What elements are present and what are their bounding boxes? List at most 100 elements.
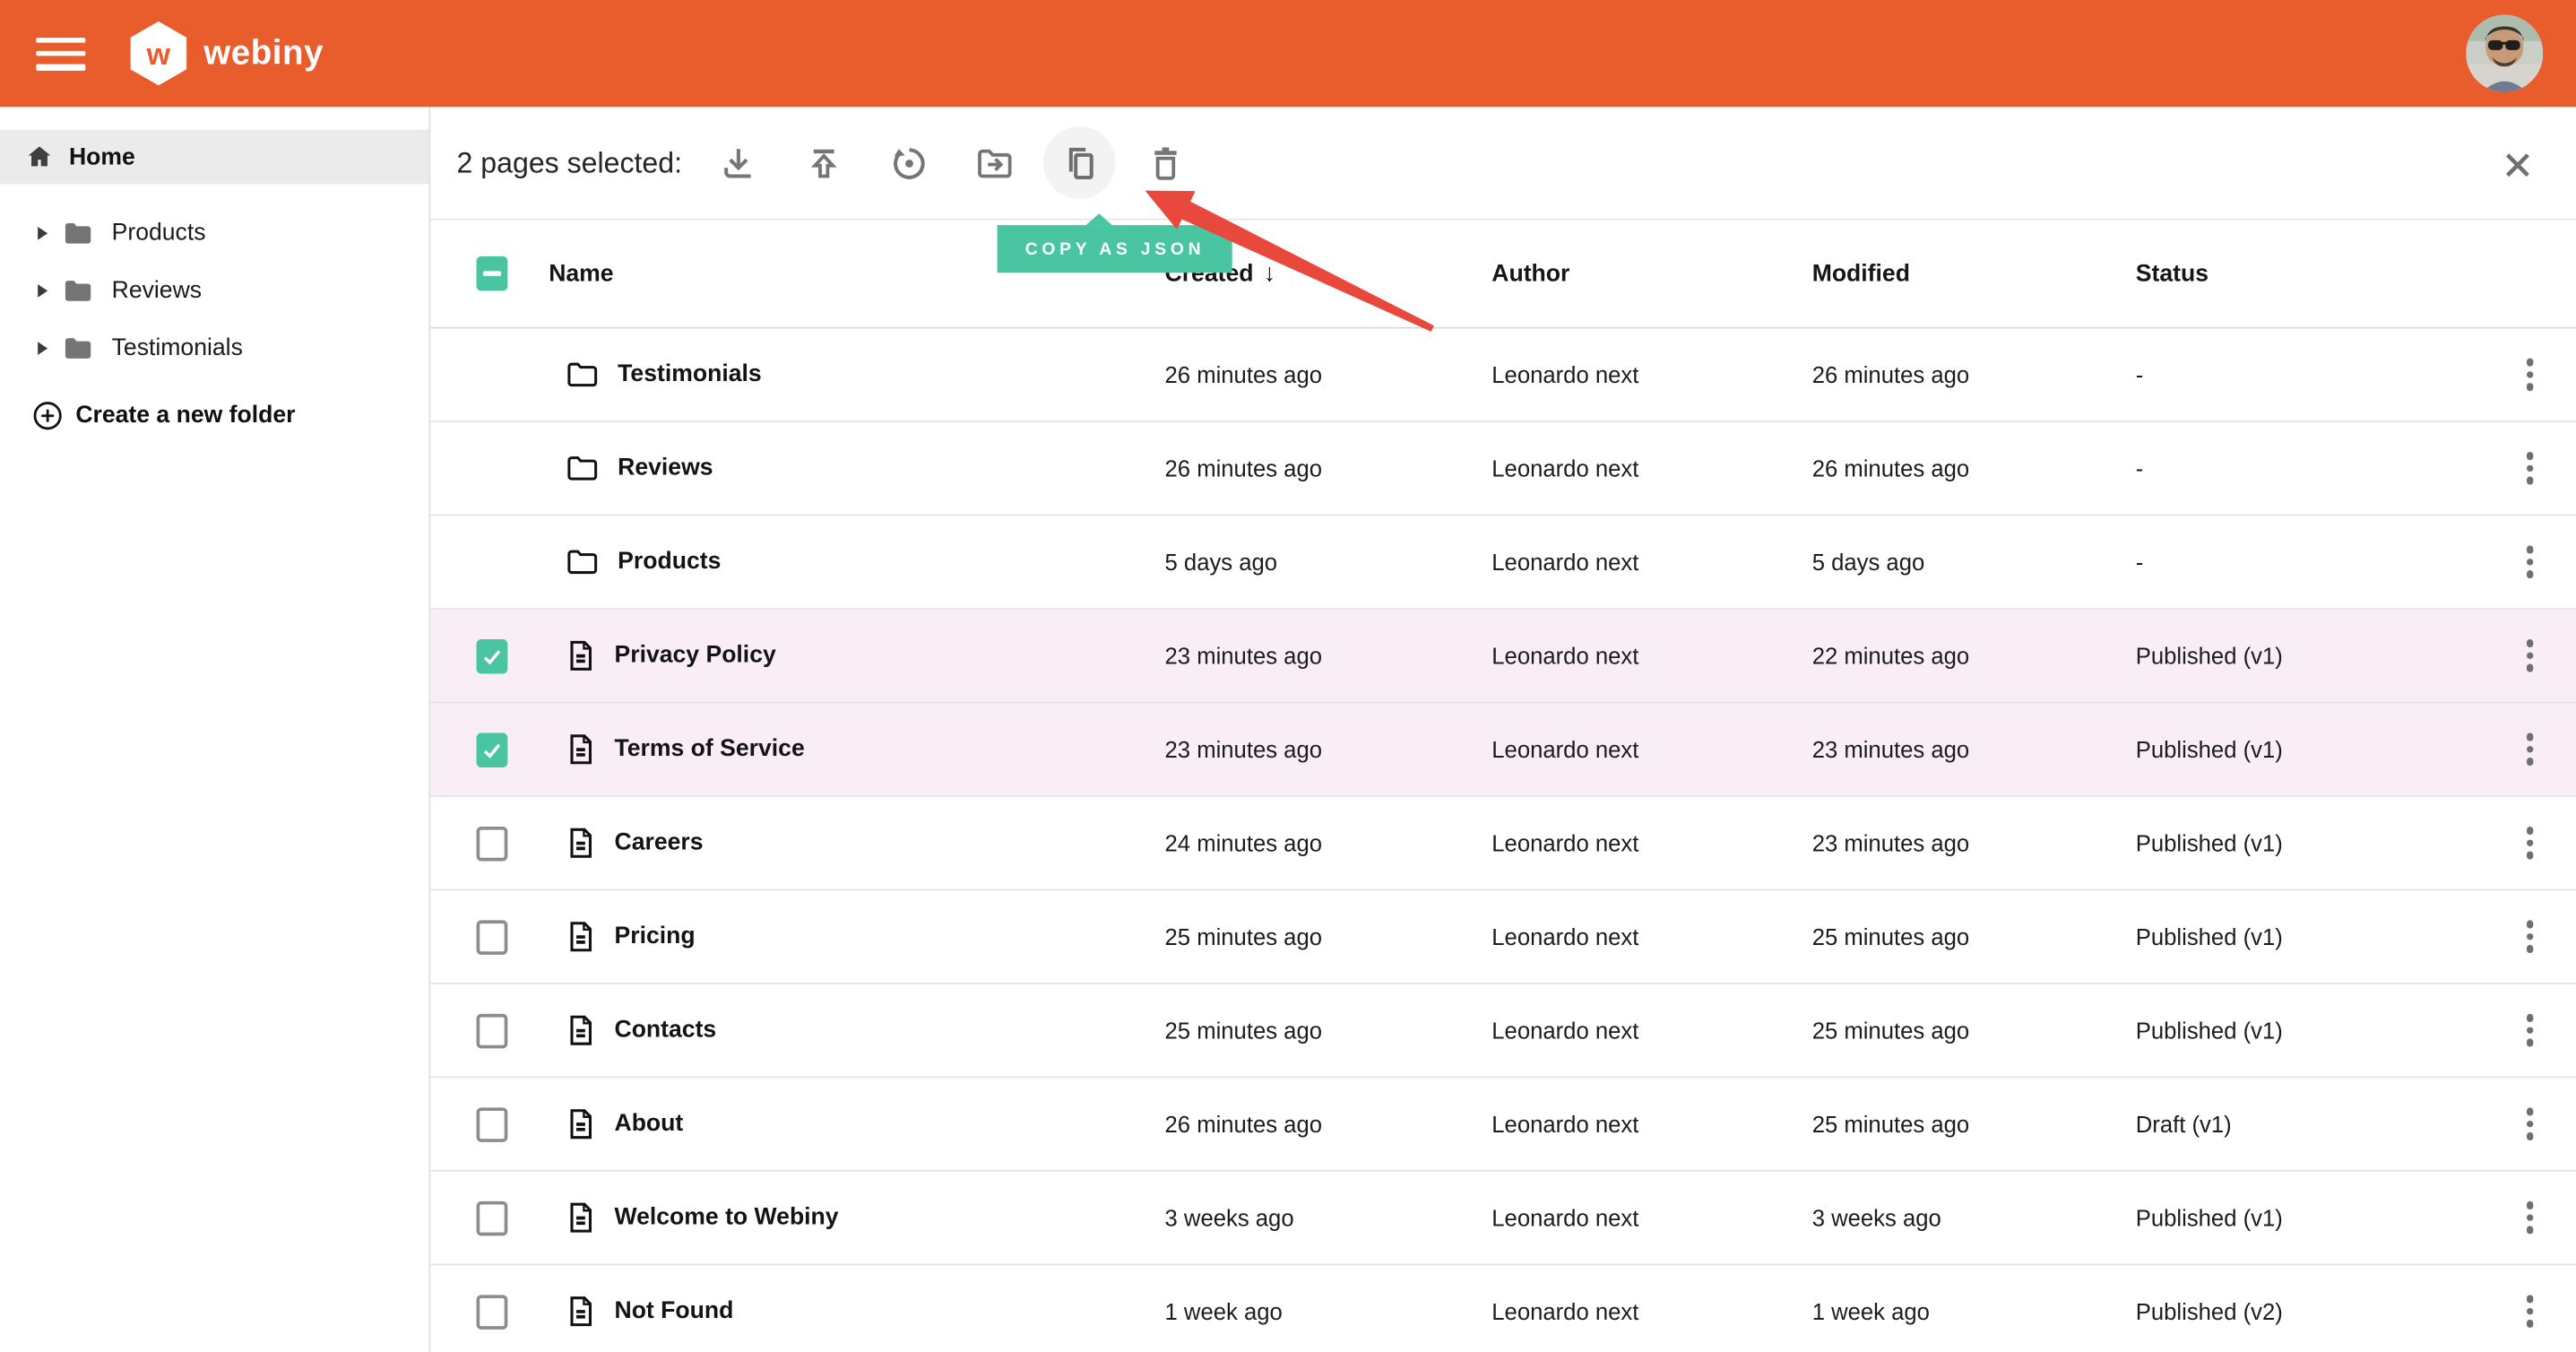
select-all-checkbox[interactable] <box>477 256 508 290</box>
row-menu-button[interactable] <box>2517 442 2544 494</box>
row-checkbox[interactable] <box>477 826 508 860</box>
hamburger-menu-icon[interactable] <box>36 37 85 70</box>
row-modified: 5 days ago <box>1812 549 2136 575</box>
row-name[interactable]: Testimonials <box>618 361 761 387</box>
table-row[interactable]: Privacy Policy 23 minutes ago Leonardo n… <box>430 610 2576 703</box>
move-icon <box>973 143 1015 184</box>
top-app-bar: w webiny <box>0 0 2576 107</box>
row-created: 23 minutes ago <box>1165 736 1492 762</box>
column-header-modified[interactable]: Modified <box>1812 261 2136 287</box>
multi-select-toolbar: 2 pages selected: <box>430 107 2576 220</box>
create-folder-label: Create a new folder <box>75 403 295 429</box>
column-header-status[interactable]: Status <box>2136 261 2485 287</box>
row-modified: 26 minutes ago <box>1812 361 2136 387</box>
row-author: Leonardo next <box>1491 1018 1811 1044</box>
row-name[interactable]: Privacy Policy <box>615 643 776 669</box>
row-name[interactable]: Welcome to Webiny <box>615 1205 839 1231</box>
row-menu-button[interactable] <box>2517 1286 2544 1338</box>
row-menu-button[interactable] <box>2517 1098 2544 1150</box>
table-row[interactable]: Testimonials 26 minutes ago Leonardo nex… <box>430 329 2576 422</box>
row-name[interactable]: Reviews <box>618 455 713 481</box>
close-toolbar-button[interactable] <box>2497 144 2537 184</box>
caret-right-icon[interactable] <box>38 341 48 354</box>
row-status: - <box>2136 549 2485 575</box>
row-modified: 23 minutes ago <box>1812 736 2136 762</box>
sidebar-folder-reviews[interactable]: Reviews <box>0 261 428 318</box>
row-menu-button[interactable] <box>2517 911 2544 963</box>
check-icon <box>481 739 503 760</box>
column-header-author[interactable]: Author <box>1491 261 1811 287</box>
row-menu-button[interactable] <box>2517 1192 2544 1244</box>
row-created: 25 minutes ago <box>1165 1018 1492 1044</box>
row-name[interactable]: Terms of Service <box>615 736 805 762</box>
row-menu-button[interactable] <box>2517 536 2544 588</box>
page-icon <box>566 1107 594 1140</box>
row-name[interactable]: Products <box>618 549 721 575</box>
row-checkbox[interactable] <box>477 1106 508 1140</box>
table-row[interactable]: About 26 minutes ago Leonardo next 25 mi… <box>430 1078 2576 1171</box>
row-status: Draft (v1) <box>2136 1111 2485 1137</box>
row-created: 23 minutes ago <box>1165 643 1492 669</box>
row-menu-button[interactable] <box>2517 349 2544 401</box>
sort-descending-icon[interactable]: ↓ <box>1264 260 1276 288</box>
row-checkbox[interactable] <box>477 732 508 767</box>
row-status: Published (v2) <box>2136 1298 2485 1324</box>
row-created: 26 minutes ago <box>1165 361 1492 387</box>
caret-right-icon[interactable] <box>38 226 48 239</box>
table-row[interactable]: Not Found 1 week ago Leonardo next 1 wee… <box>430 1265 2576 1352</box>
row-menu-button[interactable] <box>2517 817 2544 869</box>
row-checkbox[interactable] <box>477 1294 508 1328</box>
table-row[interactable]: Pricing 25 minutes ago Leonardo next 25 … <box>430 890 2576 984</box>
table-row[interactable]: Products 5 days ago Leonardo next 5 days… <box>430 516 2576 610</box>
row-author: Leonardo next <box>1491 643 1811 669</box>
row-status: Published (v1) <box>2136 643 2485 669</box>
sidebar-item-home[interactable]: Home <box>0 130 428 184</box>
sidebar-folder-label: Testimonials <box>112 334 243 360</box>
caret-right-icon[interactable] <box>38 283 48 297</box>
page-icon <box>566 639 594 672</box>
row-created: 3 weeks ago <box>1165 1205 1492 1231</box>
row-menu-button[interactable] <box>2517 629 2544 681</box>
toolbar-actions <box>702 126 1201 199</box>
restore-button[interactable] <box>873 126 946 199</box>
sidebar: Home Products Reviews Testimonials <box>0 107 430 1352</box>
row-name[interactable]: Careers <box>615 830 704 856</box>
row-modified: 26 minutes ago <box>1812 455 2136 481</box>
publish-button[interactable] <box>787 126 860 199</box>
table-row[interactable]: Careers 24 minutes ago Leonardo next 23 … <box>430 797 2576 890</box>
page-icon <box>566 1201 594 1235</box>
row-checkbox[interactable] <box>477 638 508 672</box>
move-to-folder-button[interactable] <box>958 126 1031 199</box>
table-row[interactable]: Terms of Service 23 minutes ago Leonardo… <box>430 703 2576 796</box>
row-author: Leonardo next <box>1491 736 1811 762</box>
row-menu-button[interactable] <box>2517 1004 2544 1056</box>
row-modified: 1 week ago <box>1812 1298 2136 1324</box>
row-modified: 25 minutes ago <box>1812 923 2136 949</box>
page-icon <box>566 827 594 860</box>
table-row[interactable]: Contacts 25 minutes ago Leonardo next 25… <box>430 984 2576 1078</box>
row-checkbox[interactable] <box>477 920 508 954</box>
row-name[interactable]: Contacts <box>615 1018 717 1044</box>
copy-button[interactable] <box>1043 126 1116 199</box>
row-menu-button[interactable] <box>2517 724 2544 776</box>
sidebar-folder-testimonials[interactable]: Testimonials <box>0 319 428 377</box>
webiny-wordmark: webiny <box>203 34 324 74</box>
row-status: Published (v1) <box>2136 1205 2485 1231</box>
table-row[interactable]: Welcome to Webiny 3 weeks ago Leonardo n… <box>430 1172 2576 1265</box>
download-button[interactable] <box>702 126 774 199</box>
row-name[interactable]: Not Found <box>615 1298 734 1324</box>
row-status: Published (v1) <box>2136 830 2485 856</box>
create-folder-button[interactable]: Create a new folder <box>0 401 428 430</box>
sidebar-folder-products[interactable]: Products <box>0 204 428 261</box>
row-checkbox[interactable] <box>477 1013 508 1047</box>
row-name[interactable]: About <box>615 1111 684 1137</box>
table-row[interactable]: Reviews 26 minutes ago Leonardo next 26 … <box>430 422 2576 516</box>
folder-icon <box>64 221 91 245</box>
folder-icon <box>566 549 598 575</box>
row-checkbox[interactable] <box>477 1200 508 1235</box>
row-name[interactable]: Pricing <box>615 923 696 949</box>
user-avatar[interactable] <box>2466 14 2543 91</box>
folder-icon <box>64 336 91 360</box>
row-author: Leonardo next <box>1491 1298 1811 1324</box>
delete-button[interactable] <box>1129 126 1202 199</box>
